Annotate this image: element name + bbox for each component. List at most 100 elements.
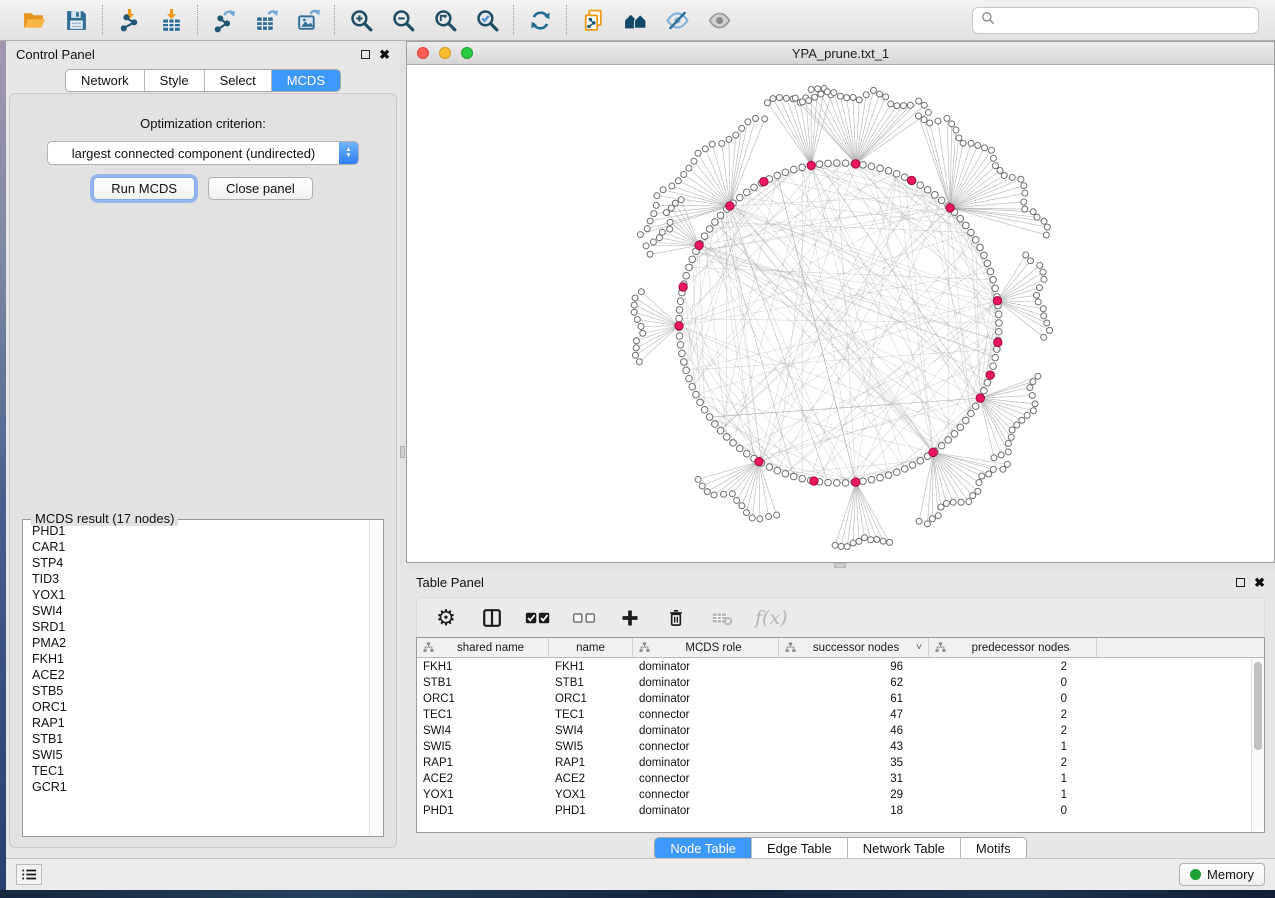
table-cell[interactable]: dominator <box>633 805 779 817</box>
table-cell[interactable]: 2 <box>929 709 1097 721</box>
mcds-result-item[interactable]: CAR1 <box>26 539 368 555</box>
table-cell[interactable]: 29 <box>779 789 929 801</box>
dominator-node[interactable] <box>946 204 954 212</box>
criterion-dropdown[interactable]: largest connected component (undirected)… <box>47 141 359 165</box>
table-cell[interactable]: 35 <box>779 757 929 769</box>
search-input[interactable] <box>1001 12 1250 29</box>
mcds-result-item[interactable]: STB1 <box>26 731 368 747</box>
table-row[interactable]: TEC1TEC1connector472 <box>417 707 1250 723</box>
dominator-node[interactable] <box>986 371 994 379</box>
table-cell[interactable]: 46 <box>779 725 929 737</box>
run-mcds-button[interactable]: Run MCDS <box>93 177 195 200</box>
zoom-selected-icon[interactable] <box>473 6 501 34</box>
mcds-result-item[interactable]: TID3 <box>26 571 368 587</box>
open-folder-icon[interactable] <box>20 6 48 34</box>
table-row[interactable]: STB1STB1dominator620 <box>417 675 1250 691</box>
deselect-all-checkbox-icon[interactable] <box>571 605 597 631</box>
table-cell[interactable]: dominator <box>633 661 779 673</box>
tab-edge-table[interactable]: Edge Table <box>752 838 848 859</box>
table-cell[interactable]: dominator <box>633 757 779 769</box>
table-cell[interactable]: 2 <box>929 661 1097 673</box>
mcds-result-item[interactable]: TEC1 <box>26 763 368 779</box>
table-cell[interactable]: connector <box>633 741 779 753</box>
table-cell[interactable]: 1 <box>929 789 1097 801</box>
minimize-window-icon[interactable] <box>439 47 451 59</box>
table-cell[interactable]: ACE2 <box>417 773 549 785</box>
tab-style[interactable]: Style <box>145 70 205 91</box>
search-box[interactable] <box>972 7 1259 34</box>
refresh-icon[interactable] <box>526 6 554 34</box>
select-all-checkbox-icon[interactable] <box>525 605 551 631</box>
table-cell[interactable]: YOX1 <box>417 789 549 801</box>
zoom-in-icon[interactable] <box>347 6 375 34</box>
splitter-grip[interactable] <box>834 563 846 568</box>
table-row[interactable]: SWI4SWI4dominator462 <box>417 723 1250 739</box>
table-row[interactable]: RAP1RAP1dominator352 <box>417 755 1250 771</box>
dominator-node[interactable] <box>755 457 763 465</box>
table-cell[interactable]: 47 <box>779 709 929 721</box>
dominator-node[interactable] <box>852 160 860 168</box>
dominator-node[interactable] <box>852 478 860 486</box>
table-cell[interactable]: dominator <box>633 725 779 737</box>
splitter-grip[interactable] <box>400 446 405 458</box>
show-all-icon[interactable] <box>705 6 733 34</box>
dominator-node[interactable] <box>760 178 768 186</box>
dominator-node[interactable] <box>976 394 984 402</box>
column-header-mcds-role[interactable]: MCDS role <box>633 638 779 657</box>
dominator-node[interactable] <box>726 202 734 210</box>
tab-network[interactable]: Network <box>66 70 145 91</box>
mcds-result-item[interactable]: SRD1 <box>26 619 368 635</box>
table-cell[interactable]: ORC1 <box>549 693 633 705</box>
float-panel-icon[interactable] <box>361 50 370 59</box>
mcds-result-item[interactable]: GCR1 <box>26 779 368 795</box>
tab-select[interactable]: Select <box>205 70 272 91</box>
table-cell[interactable]: RAP1 <box>417 757 549 769</box>
export-table-icon[interactable] <box>252 6 280 34</box>
memory-button[interactable]: Memory <box>1179 863 1265 886</box>
network-window-titlebar[interactable]: YPA_prune.txt_1 <box>407 42 1274 65</box>
table-cell[interactable]: 1 <box>929 773 1097 785</box>
delete-column-icon[interactable] <box>663 605 689 631</box>
zoom-out-icon[interactable] <box>389 6 417 34</box>
close-panel-icon[interactable]: ✖ <box>1254 578 1265 587</box>
table-cell[interactable]: FKH1 <box>549 661 633 673</box>
table-cell[interactable]: 31 <box>779 773 929 785</box>
mcds-result-item[interactable]: PHD1 <box>26 523 368 539</box>
tab-mcds[interactable]: MCDS <box>272 70 340 91</box>
add-column-icon[interactable] <box>617 605 643 631</box>
dominator-node[interactable] <box>994 338 1002 346</box>
import-table-icon[interactable] <box>157 6 185 34</box>
column-header-predecessor-nodes[interactable]: predecessor nodes <box>929 638 1097 657</box>
import-network-icon[interactable] <box>115 6 143 34</box>
table-row[interactable]: ORC1ORC1dominator610 <box>417 691 1250 707</box>
first-neighbors-icon[interactable] <box>621 6 649 34</box>
mcds-result-item[interactable]: STP4 <box>26 555 368 571</box>
tab-node-table[interactable]: Node Table <box>655 838 752 859</box>
table-cell[interactable]: 2 <box>929 725 1097 737</box>
export-image-icon[interactable] <box>294 6 322 34</box>
table-cell[interactable]: STB1 <box>549 677 633 689</box>
dominator-node[interactable] <box>695 241 703 249</box>
table-row[interactable]: YOX1YOX1connector291 <box>417 787 1250 803</box>
dominator-node[interactable] <box>679 283 687 291</box>
dominator-node[interactable] <box>810 477 818 485</box>
column-header-name[interactable]: name <box>549 638 633 657</box>
float-panel-icon[interactable] <box>1236 578 1245 587</box>
mcds-result-item[interactable]: ORC1 <box>26 699 368 715</box>
table-cell[interactable]: 96 <box>779 661 929 673</box>
dominator-node[interactable] <box>993 297 1001 305</box>
table-cell[interactable]: connector <box>633 789 779 801</box>
table-cell[interactable]: 0 <box>929 677 1097 689</box>
network-graph-canvas[interactable] <box>407 65 1274 562</box>
table-cell[interactable]: SWI5 <box>549 741 633 753</box>
table-cell[interactable]: SWI4 <box>417 725 549 737</box>
close-window-icon[interactable] <box>417 47 429 59</box>
task-history-icon[interactable] <box>16 864 42 885</box>
table-cell[interactable]: FKH1 <box>417 661 549 673</box>
mcds-result-item[interactable]: YOX1 <box>26 587 368 603</box>
table-row[interactable]: SWI5SWI5connector431 <box>417 739 1250 755</box>
maximize-window-icon[interactable] <box>461 47 473 59</box>
column-header-shared-name[interactable]: shared name <box>417 638 549 657</box>
dominator-node[interactable] <box>929 448 937 456</box>
table-cell[interactable]: 2 <box>929 757 1097 769</box>
